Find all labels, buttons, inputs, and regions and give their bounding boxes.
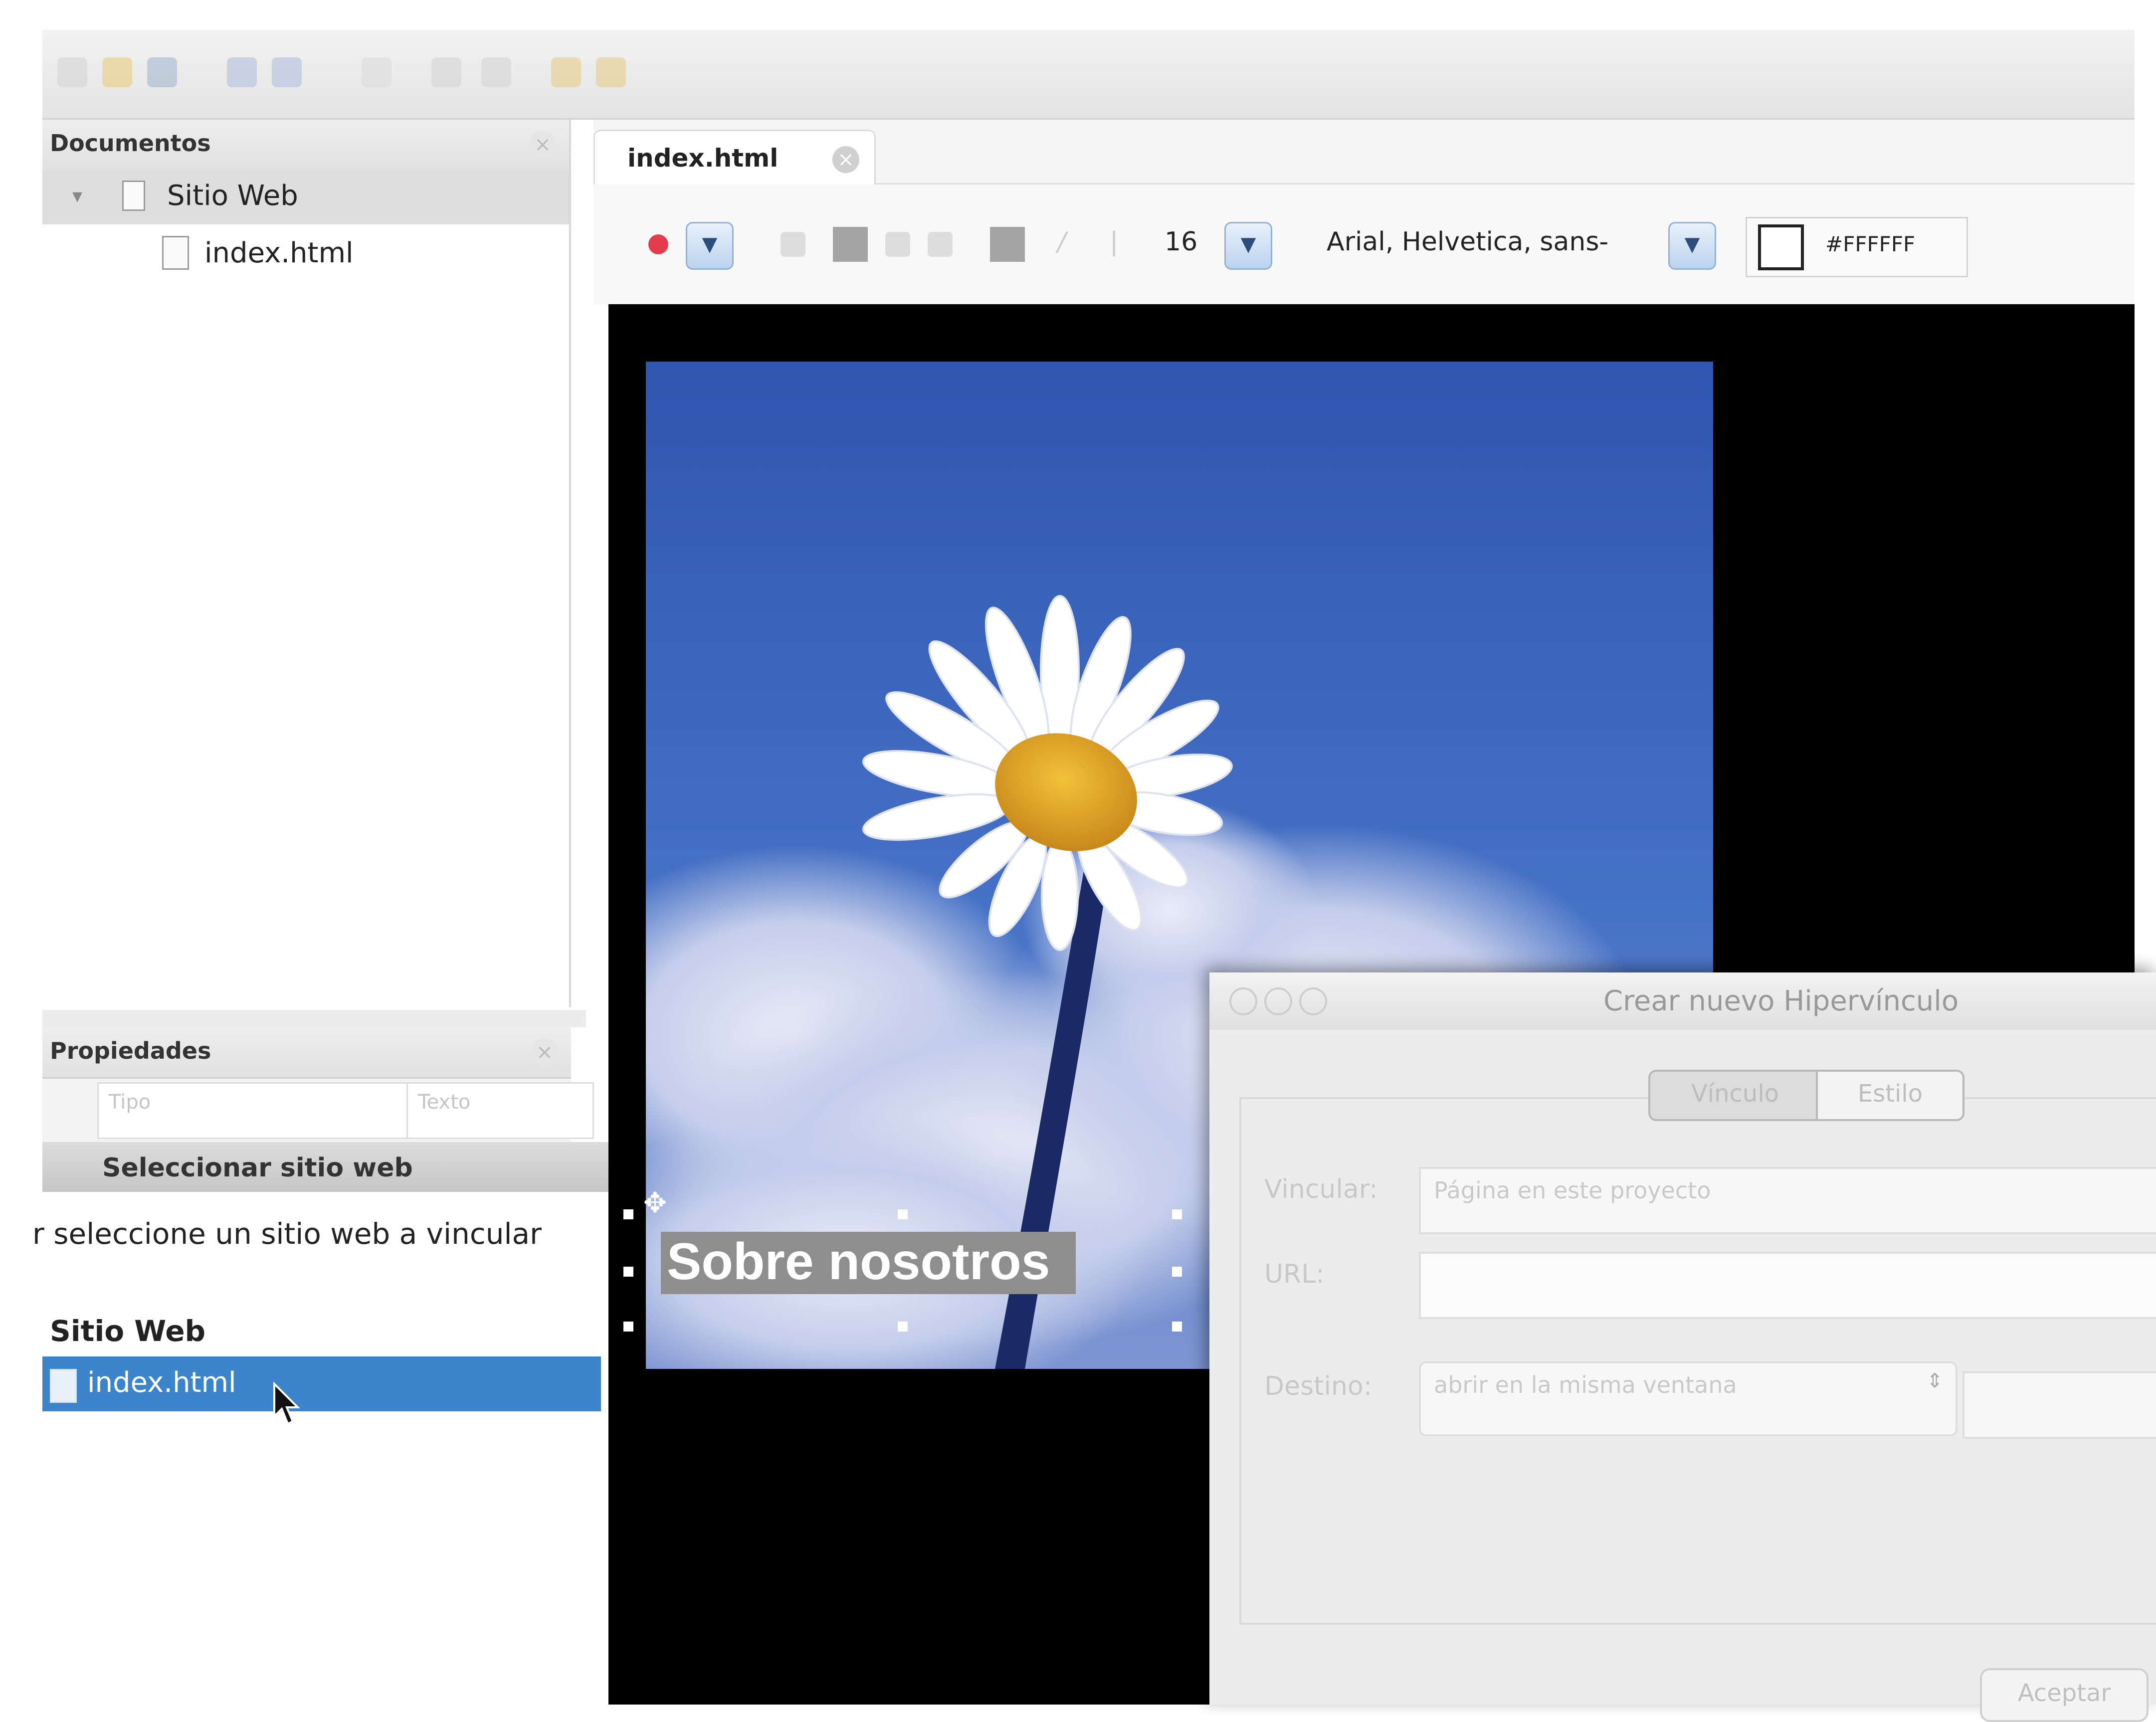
url-input[interactable] bbox=[1419, 1252, 2156, 1319]
updown-arrows-icon: ⇕ bbox=[1926, 1369, 1943, 1392]
properties-panel-header: Propiedades × bbox=[42, 1027, 571, 1079]
open-folder-icon[interactable] bbox=[102, 57, 132, 87]
tab-index-html[interactable]: index.html × bbox=[593, 130, 876, 186]
text-color-icon[interactable] bbox=[648, 234, 668, 254]
resize-handle[interactable] bbox=[1172, 1267, 1182, 1277]
target-frame-input[interactable] bbox=[1962, 1371, 2156, 1439]
close-icon[interactable]: × bbox=[529, 131, 557, 159]
align-left-icon[interactable] bbox=[833, 227, 868, 262]
resize-handle[interactable] bbox=[1172, 1322, 1182, 1332]
vincular-label: Vincular: bbox=[1264, 1174, 1378, 1204]
panel-splitter[interactable] bbox=[42, 1010, 586, 1027]
documents-panel-header: Documentos × bbox=[42, 120, 569, 171]
minimize-window-icon[interactable] bbox=[1264, 987, 1292, 1015]
properties-value-header: Texto bbox=[406, 1082, 594, 1139]
resize-handle[interactable] bbox=[898, 1322, 908, 1332]
bold-icon[interactable] bbox=[781, 232, 805, 257]
select-site-title: Seleccionar sitio web bbox=[102, 1153, 413, 1183]
save-icon[interactable] bbox=[147, 57, 177, 87]
publish-icon[interactable] bbox=[596, 57, 626, 87]
close-window-icon[interactable] bbox=[1229, 987, 1257, 1015]
tree-item-site[interactable]: ▾ Sitio Web bbox=[42, 170, 569, 224]
properties-type-header: Tipo bbox=[97, 1082, 429, 1139]
text-color-dropdown[interactable]: ▼ bbox=[686, 222, 734, 270]
documents-panel: Documentos × ▾ Sitio Web index.html bbox=[42, 120, 571, 1007]
select-site-prompt: r seleccione un sitio web a vincular bbox=[32, 1217, 542, 1251]
font-size-dropdown[interactable]: ▼ bbox=[1224, 222, 1272, 270]
destino-select[interactable]: abrir en la misma ventana ⇕ bbox=[1419, 1361, 1958, 1436]
hyperlink-dialog-titlebar: Crear nuevo Hipervínculo bbox=[1209, 972, 2156, 1030]
tree-item-file-label: index.html bbox=[204, 237, 354, 269]
main-toolbar bbox=[42, 30, 2135, 120]
resize-handle[interactable] bbox=[1172, 1209, 1182, 1219]
font-size-value[interactable]: 16 bbox=[1165, 227, 1197, 257]
font-family-dropdown[interactable]: ▼ bbox=[1668, 222, 1716, 270]
resize-handle[interactable] bbox=[623, 1322, 633, 1332]
select-site-list-item[interactable]: index.html bbox=[42, 1356, 601, 1425]
destino-label: Destino: bbox=[1264, 1371, 1372, 1401]
select-site-list-header: Sitio Web bbox=[50, 1314, 206, 1348]
italic-icon[interactable]: / bbox=[1057, 227, 1066, 257]
font-family-value[interactable]: Arial, Helvetica, sans- bbox=[1327, 227, 1608, 257]
format-toolbar: ▼ / | 16 ▼ Arial, Helvetica, sans- ▼ #FF… bbox=[593, 185, 2135, 304]
editor-tabbar: index.html × bbox=[593, 120, 2135, 186]
color-swatch[interactable] bbox=[1758, 224, 1804, 270]
preview-icon[interactable] bbox=[551, 57, 581, 87]
tab-vinculo[interactable]: Vínculo bbox=[1648, 1070, 1822, 1121]
accept-button[interactable]: Aceptar bbox=[1980, 1668, 2149, 1722]
undo-icon[interactable] bbox=[227, 57, 257, 87]
select-site-titlebar: Seleccionar sitio web bbox=[42, 1142, 621, 1192]
resize-handle[interactable] bbox=[623, 1267, 633, 1277]
color-value[interactable]: #FFFFFF bbox=[1825, 232, 1915, 256]
documents-panel-title: Documentos bbox=[50, 130, 211, 157]
mouse-cursor-icon bbox=[273, 1381, 300, 1425]
tree-item-file[interactable]: index.html bbox=[42, 227, 569, 277]
hyperlink-dialog-title: Crear nuevo Hipervínculo bbox=[1603, 985, 1959, 1017]
align-right-icon[interactable] bbox=[928, 232, 953, 257]
maximize-window-icon[interactable] bbox=[1299, 987, 1327, 1015]
paste-icon[interactable] bbox=[481, 57, 511, 87]
copy-icon[interactable] bbox=[431, 57, 461, 87]
select-site-list-item-label: index.html bbox=[87, 1366, 236, 1399]
tab-label: index.html bbox=[627, 144, 779, 173]
tab-estilo[interactable]: Estilo bbox=[1816, 1070, 1964, 1121]
close-icon[interactable]: × bbox=[832, 146, 859, 173]
redo-icon[interactable] bbox=[272, 57, 302, 87]
tree-item-site-label: Sitio Web bbox=[167, 180, 298, 212]
properties-panel-title: Propiedades bbox=[50, 1037, 211, 1064]
vincular-select[interactable]: Página en este proyecto bbox=[1419, 1167, 2156, 1234]
create-hyperlink-dialog: Crear nuevo Hipervínculo Vínculo Estilo … bbox=[1209, 972, 2156, 1722]
file-icon bbox=[50, 1369, 77, 1403]
resize-handle[interactable] bbox=[623, 1209, 633, 1219]
site-icon bbox=[122, 181, 145, 211]
cut-icon[interactable] bbox=[362, 57, 392, 87]
link-text-selection[interactable]: Sobre nosotros bbox=[661, 1232, 1076, 1294]
move-handle-icon[interactable]: ✥ bbox=[643, 1189, 667, 1217]
justify-icon[interactable] bbox=[990, 227, 1025, 262]
underline-icon[interactable]: | bbox=[1110, 227, 1119, 257]
properties-panel: Propiedades × Tipo Texto bbox=[42, 1027, 594, 1152]
close-icon[interactable]: × bbox=[531, 1038, 559, 1066]
align-center-icon[interactable] bbox=[885, 232, 910, 257]
resize-handle[interactable] bbox=[898, 1209, 908, 1219]
destino-select-value: abrir en la misma ventana bbox=[1434, 1371, 1737, 1398]
select-site-dialog: Seleccionar sitio web r seleccione un si… bbox=[32, 1142, 621, 1705]
new-file-icon[interactable] bbox=[57, 57, 87, 87]
expand-arrow-icon[interactable]: ▾ bbox=[72, 185, 82, 207]
file-icon bbox=[162, 236, 189, 270]
url-label: URL: bbox=[1264, 1259, 1325, 1289]
